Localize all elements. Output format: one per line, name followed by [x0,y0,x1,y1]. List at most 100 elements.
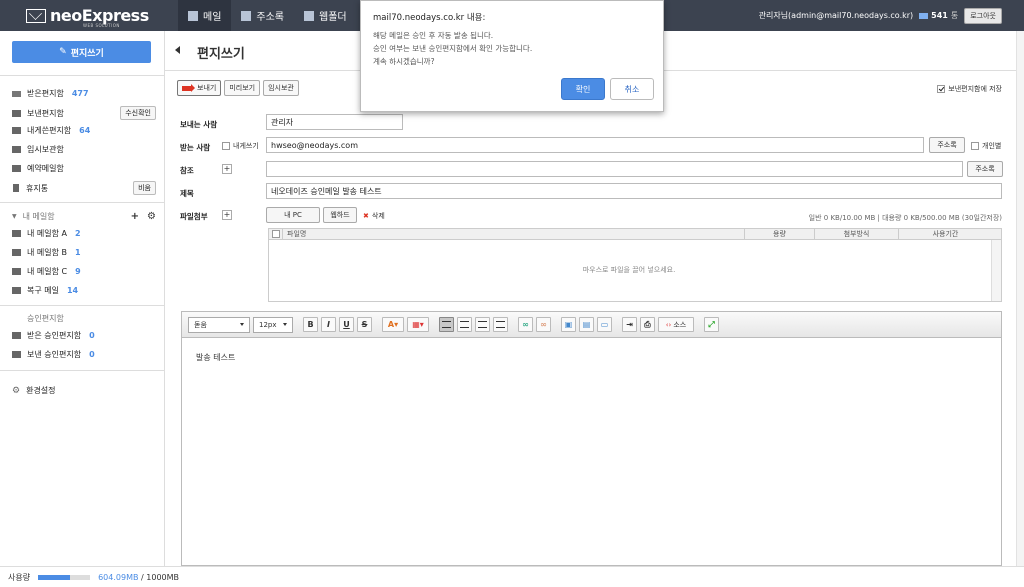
checkbox-icon[interactable] [971,142,979,150]
align-justify-icon[interactable] [493,317,508,332]
cc-addressbook-button[interactable]: 주소록 [967,161,1003,177]
sidebar-item-label: 보낸 승인편지함 [27,350,82,359]
folder-icon [12,332,21,339]
sidebar-item-sent[interactable]: 보낸편지함 수신확인 [12,106,156,120]
underline-icon[interactable]: U [339,317,354,332]
source-button[interactable]: ‹› 소스 [658,317,694,332]
delete-attachment-button[interactable]: ✖ 삭제 [363,211,385,221]
align-right-icon[interactable] [475,317,490,332]
add-folder-icon[interactable]: + [131,211,139,222]
page-scrollbar[interactable] [1016,31,1024,566]
drop-hint: 마우스로 파일을 끌어 넣으세요. [582,266,676,274]
horizontal-rule-icon[interactable]: ▭ [597,317,612,332]
sidebar-item-label: 휴지통 [26,183,49,193]
mail-count[interactable]: 541 통 [919,10,958,21]
attach-expand-button[interactable]: + [222,210,232,220]
unlink-icon[interactable]: ∞ [536,317,551,332]
link-icon[interactable]: ∞ [518,317,533,332]
sidebar-item-my-c[interactable]: 내 메일함 C 9 [12,266,156,277]
empty-trash-button[interactable]: 비움 [133,181,156,195]
storage-bar [38,574,91,580]
attachment-scrollbar[interactable] [991,240,1001,301]
envelope-icon [919,12,929,19]
cc-field[interactable] [266,161,963,177]
sidebar-item-my-a[interactable]: 내 메일함 A 2 [12,228,156,239]
save-draft-button[interactable]: 임시보관 [263,80,299,96]
delete-x-icon: ✖ [363,212,369,220]
my-mailbox-group[interactable]: ▼ 내 메일함 + ⚙ [12,211,156,222]
sender-field[interactable]: 관리자 [266,114,403,130]
dialog-line: 해당 메일은 승인 후 자동 발송 됩니다. [373,31,494,40]
sidebar-item-inbox[interactable]: 받은편지함 477 [12,88,156,99]
to-self-label: 내게쓰기 [233,142,259,150]
checkbox-checked-icon[interactable] [937,85,946,93]
font-size-select[interactable]: 12px [253,316,293,333]
logo[interactable]: neoExpress WEB SOLUTION [26,6,149,28]
to-self-checkbox[interactable]: 내게쓰기 [222,141,259,151]
editor-body[interactable]: 발송 테스트 [182,338,1001,377]
unread-count: 1 [75,248,81,257]
print-icon[interactable]: ⎙ [640,317,655,332]
fullscreen-icon[interactable]: ⤢ [704,317,719,332]
bold-icon[interactable]: B [303,317,318,332]
folder-icon [12,127,21,134]
sidebar-item-approval-sent[interactable]: 보낸 승인편지함 0 [12,349,156,360]
nav-webfolder[interactable]: 웹폴더 [294,0,357,31]
image-icon[interactable]: ▣ [561,317,576,332]
dialog-ok-button[interactable]: 확인 [561,78,605,100]
webhard-button[interactable]: 웹하드 [323,207,357,223]
my-pc-button[interactable]: 내 PC [266,207,320,223]
align-left-icon[interactable] [439,317,454,332]
individual-checkbox[interactable]: 개인별 [971,141,1001,151]
logout-button[interactable]: 로그아웃 [964,7,1002,24]
storage-used: 604.09MB [98,572,139,582]
compose-icon: ✎ [59,47,67,57]
table-icon[interactable]: ▦▾ [407,317,429,332]
folder-icon [12,249,21,256]
to-addressbook-button[interactable]: 주소록 [929,137,965,153]
sidebar-item-scheduled[interactable]: 예약메일함 [12,163,156,174]
nav-addressbook[interactable]: 주소록 [231,0,294,31]
to-field[interactable]: hwseo@neodays.com [266,137,924,153]
preview-button[interactable]: 미리보기 [224,80,261,96]
sidebar-item-label: 보낸편지함 [27,108,64,118]
nav-mail[interactable]: 메일 [178,0,232,31]
cc-expand-button[interactable]: + [222,164,232,174]
save-to-sent-checkbox[interactable]: 보낸편지함에 저장 [937,84,1002,94]
compose-button[interactable]: ✎ 편지쓰기 [12,41,151,63]
italic-icon[interactable]: I [321,317,336,332]
text-color-icon[interactable]: A▾ [382,317,404,332]
dialog-cancel-button[interactable]: 취소 [610,78,654,100]
read-receipt-button[interactable]: 수신확인 [120,106,156,120]
mail-count-suffix: 통 [950,11,959,20]
sidebar-item-settings[interactable]: ⚙ 환경설정 [12,385,156,396]
to-label: 받는 사람 [180,143,211,152]
sidebar-item-recovered[interactable]: 복구 메일 14 [12,285,156,296]
attachment-table[interactable]: 파일명 용량 첨부방식 사용기간 마우스로 파일을 끌어 넣으세요. [268,228,1002,302]
checkbox-icon[interactable] [222,142,230,150]
sidebar-item-approval-inbox[interactable]: 받은 승인편지함 0 [12,330,156,341]
align-center-icon[interactable] [457,317,472,332]
font-select[interactable]: 돋움 [188,316,250,333]
user-label[interactable]: 관리자님(admin@mail70.neodays.co.kr) [759,10,914,21]
send-button[interactable]: 보내기 [177,80,222,96]
confirm-dialog: mail70.neodays.co.kr 내용: 해당 메일은 승인 후 자동 … [360,0,664,112]
sidebar-item-drafts[interactable]: 임시보관함 [12,144,156,155]
addressbook-icon [241,10,252,21]
gear-icon[interactable]: ⚙ [147,211,156,222]
subject-field[interactable]: 네오데이즈 승인메일 발송 테스트 [266,183,1002,199]
sidebar-item-trash[interactable]: 휴지통 비움 [12,181,156,195]
storage-usage: 사용량 604.09MB / 1000MB [0,566,1024,587]
inbox-icon [12,90,21,97]
envelope-logo-icon [26,8,46,23]
back-arrow-icon[interactable] [175,46,180,54]
dialog-line: 계속 하시겠습니까? [373,57,435,66]
checkbox-icon[interactable] [271,230,280,238]
insert-table-icon[interactable]: ▤ [579,317,594,332]
select-all-cell[interactable] [269,228,283,240]
source-label: 소스 [673,320,687,329]
strikethrough-icon[interactable]: S [357,317,372,332]
sidebar-item-my-b[interactable]: 내 메일함 B 1 [12,247,156,258]
indent-icon[interactable]: ⇥ [622,317,637,332]
sidebar-item-self[interactable]: 내게쓴편지함 64 [12,125,156,136]
